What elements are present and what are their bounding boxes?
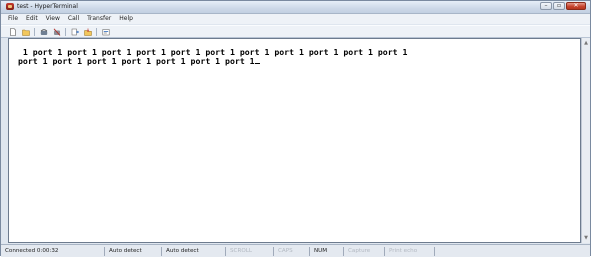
- terminal-line-last: port 1 port 1 port 1 port 1 port 1 port …: [18, 55, 573, 66]
- toolbar: [1, 25, 590, 38]
- scroll-up-arrow-icon[interactable]: ▲: [583, 40, 589, 46]
- toolbar-separator: [96, 27, 97, 36]
- status-capture: Capture: [344, 246, 385, 256]
- status-num: NUM: [310, 246, 344, 256]
- menu-edit[interactable]: Edit: [26, 15, 38, 23]
- menu-call[interactable]: Call: [68, 15, 79, 23]
- terminal-line-text: port 1 port 1 port 1 port 1 port 1 port …: [18, 55, 255, 66]
- menu-transfer[interactable]: Transfer: [87, 15, 111, 23]
- title-bar[interactable]: test - HyperTerminal – ▫ ✕: [1, 1, 590, 14]
- scroll-down-arrow-icon[interactable]: ▼: [583, 235, 589, 241]
- menu-help[interactable]: Help: [119, 15, 133, 23]
- new-connection-icon[interactable]: [8, 27, 17, 36]
- vertical-scrollbar[interactable]: ▲ ▼: [581, 38, 590, 243]
- menu-bar: File Edit View Call Transfer Help: [1, 14, 590, 24]
- dial-icon[interactable]: [39, 28, 48, 36]
- menu-file[interactable]: File: [8, 15, 18, 23]
- hyperterminal-app-icon[interactable]: [6, 3, 14, 10]
- menu-view[interactable]: View: [46, 15, 60, 23]
- close-button[interactable]: ✕: [566, 2, 586, 10]
- hyperterminal-window: test - HyperTerminal – ▫ ✕ File Edit Vie…: [0, 0, 591, 257]
- status-bar: Connected 0:00:32 Auto detect Auto detec…: [1, 244, 590, 257]
- text-cursor: [254, 63, 260, 65]
- status-emulation: Auto detect: [105, 246, 162, 256]
- status-print-echo: Print echo: [385, 246, 435, 256]
- properties-icon[interactable]: [101, 28, 110, 36]
- window-title: test - HyperTerminal: [17, 3, 78, 10]
- disconnect-icon[interactable]: [52, 27, 61, 36]
- toolbar-separator: [65, 27, 66, 36]
- status-port-settings: Auto detect: [162, 246, 226, 256]
- send-icon[interactable]: [70, 28, 79, 36]
- terminal-screen[interactable]: [8, 38, 581, 243]
- minimize-button[interactable]: –: [540, 2, 552, 10]
- status-scroll: SCROLL: [226, 246, 274, 256]
- window-controls: – ▫ ✕: [540, 2, 586, 11]
- terminal-output[interactable]: 1 port 1 port 1 port 1 port 1 port 1 por…: [18, 48, 573, 65]
- status-connection-time: Connected 0:00:32: [1, 246, 105, 256]
- status-caps: CAPS: [274, 246, 310, 256]
- receive-icon[interactable]: [83, 28, 92, 36]
- toolbar-separator: [34, 27, 35, 36]
- maximize-button[interactable]: ▫: [553, 2, 565, 10]
- open-icon[interactable]: [21, 28, 30, 36]
